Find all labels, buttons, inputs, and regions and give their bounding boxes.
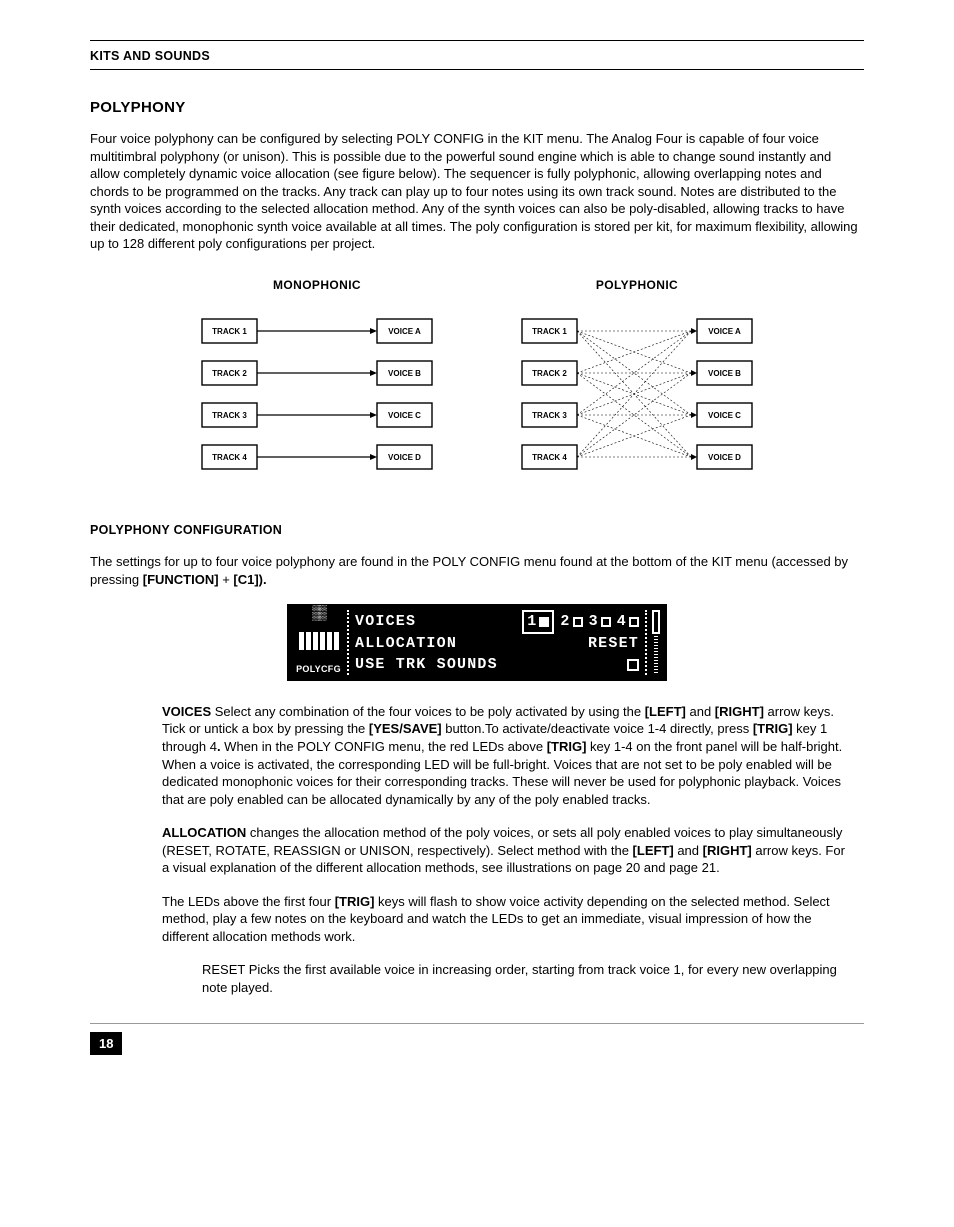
vp-t6: When in the POLY CONFIG menu, the red LE…: [221, 739, 547, 754]
diagram-poly: POLYPHONIC TRACK 1VOICE ATRACK 2VOICE BT…: [517, 277, 757, 486]
lcd-alloc-label: ALLOCATION: [355, 634, 457, 654]
lcd-line-voices: VOICES 1 2 3 4: [355, 610, 639, 634]
lcd-line-usetrk: USE TRK SOUNDS: [355, 655, 639, 675]
diagram-poly-title: POLYPHONIC: [596, 277, 678, 293]
intro-paragraph: Four voice polyphony can be configured b…: [90, 130, 864, 253]
diagram-row: MONOPHONIC TRACK 1VOICE ATRACK 2VOICE BT…: [90, 277, 864, 486]
vp-t4: button.To activate/deactivate voice 1-4 …: [442, 721, 753, 736]
svg-text:VOICE B: VOICE B: [388, 369, 421, 378]
left-key-1: [LEFT]: [645, 704, 686, 719]
right-key-1: [RIGHT]: [715, 704, 764, 719]
vp-t1: Select any combination of the four voice…: [211, 704, 645, 719]
lcd-dots-icon: ▒▒: [312, 610, 325, 618]
svg-text:TRACK 4: TRACK 4: [532, 453, 567, 462]
right-key-2: [RIGHT]: [703, 843, 752, 858]
section-title: POLYPHONY: [90, 98, 864, 118]
header-section-label: KITS AND SOUNDS: [90, 49, 210, 63]
yes-save-key: [YES/SAVE]: [369, 721, 442, 736]
svg-text:TRACK 3: TRACK 3: [212, 411, 247, 420]
page-header: KITS AND SOUNDS: [90, 40, 864, 70]
svg-text:VOICE D: VOICE D: [388, 453, 421, 462]
svg-text:VOICE C: VOICE C: [388, 411, 421, 420]
diagram-mono: MONOPHONIC TRACK 1VOICE ATRACK 2VOICE BT…: [197, 277, 437, 486]
lcd-voice-1: 1: [522, 610, 554, 634]
lp-t1: The LEDs above the first four: [162, 894, 335, 909]
allocation-paragraph: ALLOCATION changes the allocation method…: [162, 824, 846, 877]
diagram-mono-title: MONOPHONIC: [273, 277, 361, 293]
svg-text:VOICE B: VOICE B: [708, 369, 741, 378]
lcd-figure: ▒▒ POLYCFG VOICES 1 2 3 4 ALLOCATION RES…: [90, 604, 864, 681]
svg-text:TRACK 1: TRACK 1: [532, 327, 567, 336]
lcd-line-allocation: ALLOCATION RESET: [355, 634, 639, 654]
lcd-side: ▒▒ POLYCFG: [295, 610, 349, 675]
config-heading: POLYPHONY CONFIGURATION: [90, 522, 864, 539]
poly-svg: TRACK 1 VOICE A TRACK 2 VOICE B TRACK 3 VOICE…: [517, 311, 757, 486]
config-intro-mid: +: [219, 572, 234, 587]
c1-key-label: [C1]).: [233, 572, 266, 587]
lcd-voice-3: 3: [589, 612, 611, 632]
voices-paragraph: VOICES Select any combination of the fou…: [162, 703, 846, 808]
function-key-label: [FUNCTION]: [143, 572, 219, 587]
lcd-scroll-top: [652, 610, 660, 634]
page-number: 18: [90, 1032, 122, 1056]
config-intro: The settings for up to four voice polyph…: [90, 553, 864, 588]
trig-key-b: [TRIG]: [547, 739, 587, 754]
svg-text:TRACK 2: TRACK 2: [532, 369, 567, 378]
allocation-term: ALLOCATION: [162, 825, 246, 840]
svg-text:VOICE A: VOICE A: [708, 327, 741, 336]
left-key-2: [LEFT]: [633, 843, 674, 858]
led-paragraph: The LEDs above the first four [TRIG] key…: [162, 893, 846, 946]
trig-key-c: [TRIG]: [335, 894, 375, 909]
ap-t2: and: [674, 843, 703, 858]
lcd-usetrk-label: USE TRK SOUNDS: [355, 655, 498, 675]
page-footer: 18: [90, 1023, 864, 1056]
vp-t2: and: [686, 704, 715, 719]
lcd-screen: ▒▒ POLYCFG VOICES 1 2 3 4 ALLOCATION RES…: [287, 604, 667, 681]
lcd-scrollbar: [645, 610, 659, 675]
svg-text:VOICE A: VOICE A: [388, 327, 421, 336]
svg-text:TRACK 4: TRACK 4: [212, 453, 247, 462]
lcd-voices-label: VOICES: [355, 612, 416, 632]
lcd-scroll-track: [654, 636, 658, 673]
lcd-voice-4: 4: [617, 612, 639, 632]
lcd-side-label: POLYCFG: [296, 663, 341, 675]
lcd-alloc-value: RESET: [588, 634, 639, 654]
svg-text:VOICE C: VOICE C: [708, 411, 741, 420]
svg-text:TRACK 3: TRACK 3: [532, 411, 567, 420]
lcd-voice-2: 2: [560, 612, 582, 632]
mono-svg: TRACK 1 VOICE A TRACK 2 VOICE B TRACK 3 VOICE…: [197, 311, 437, 486]
voices-term: VOICES: [162, 704, 211, 719]
svg-text:VOICE D: VOICE D: [708, 453, 741, 462]
trig-key-a: [TRIG]: [753, 721, 793, 736]
svg-text:TRACK 2: TRACK 2: [212, 369, 247, 378]
lcd-voices-boxes: 1 2 3 4: [522, 610, 639, 634]
lcd-bars-icon: [299, 632, 339, 650]
svg-text:TRACK 1: TRACK 1: [212, 327, 247, 336]
reset-description: RESET Picks the first available voice in…: [202, 961, 844, 996]
lcd-usetrk-checkbox: [627, 659, 639, 671]
lcd-content: VOICES 1 2 3 4 ALLOCATION RESET USE TRK …: [355, 610, 639, 675]
